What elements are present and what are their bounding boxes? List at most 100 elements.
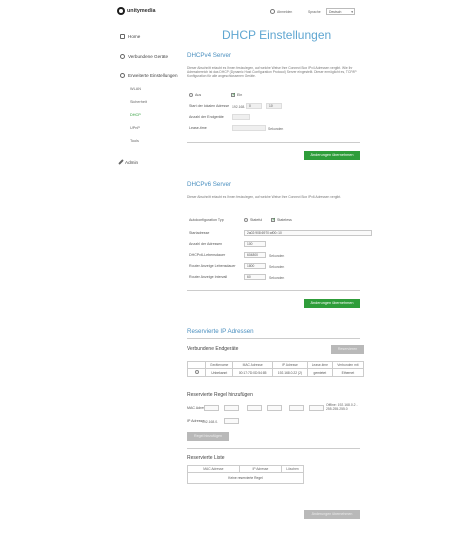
home-icon bbox=[120, 34, 125, 39]
sidebar-item-advanced[interactable]: Erweiterte Einstellungen bbox=[120, 73, 178, 78]
ipv4-description: Dieser Abschnitt erlaubt es Ihnen festzu… bbox=[187, 66, 357, 79]
sidebar-item-admin[interactable]: Admin bbox=[118, 159, 139, 165]
ipv6-count-input[interactable]: 100 bbox=[244, 241, 266, 247]
sidebar-item-home[interactable]: Home bbox=[120, 34, 140, 39]
reserved-list-title: Reservierte Liste bbox=[187, 455, 225, 461]
column-header: IP Adresse bbox=[238, 465, 283, 473]
brand-logo-icon bbox=[117, 7, 125, 15]
ipv6-apply-button[interactable]: Änderungen übernehmen bbox=[304, 299, 360, 308]
logout-link[interactable]: Abmelden bbox=[277, 10, 292, 14]
ipv6-lifetime-value: 604800 bbox=[247, 253, 259, 257]
ipv4-start-octet4[interactable]: 10 bbox=[266, 103, 282, 109]
mac-octet-4[interactable] bbox=[267, 405, 282, 411]
ipv6-ra-label: Router Anzeige Lebensdauer bbox=[189, 264, 236, 268]
ipv4-on-checkbox[interactable] bbox=[231, 92, 236, 98]
column-header: Gerätename bbox=[204, 361, 234, 369]
empty-list-message: Keine reservierte Regel bbox=[187, 472, 304, 484]
ipv4-off-option[interactable]: Aus bbox=[189, 93, 201, 97]
ipv6-interval-value: 60 bbox=[247, 275, 251, 279]
ipv6-stateless-option[interactable]: Stateless bbox=[271, 217, 292, 223]
ipv6-ra-input[interactable]: 1800 bbox=[244, 263, 266, 269]
ipv6-stateful-radio[interactable] bbox=[244, 218, 248, 222]
table-header-row: MAC Adresse IP Adresse Löschen bbox=[187, 465, 304, 473]
list-divider bbox=[187, 448, 360, 449]
sidebar-item-label: Verbundene Geräte bbox=[128, 54, 169, 59]
ipv4-on-label: Ein bbox=[237, 93, 243, 97]
ipv6-interval-label: Router Anzeige Intervall bbox=[189, 275, 228, 279]
mac-octet-3[interactable] bbox=[247, 405, 262, 411]
row-select-cell[interactable] bbox=[187, 368, 206, 377]
ipv6-divider bbox=[187, 290, 360, 291]
sidebar-item-devices[interactable]: Verbundene Geräte bbox=[120, 54, 168, 59]
ip-octet-input[interactable] bbox=[224, 418, 239, 424]
ipv6-lifetime-input[interactable]: 604800 bbox=[244, 252, 266, 258]
connected-via-cell: Ethernet bbox=[331, 368, 365, 377]
ipv6-description: Dieser Abschnitt erlaubt es Ihnen festzu… bbox=[187, 195, 342, 199]
language-value: Deutsch bbox=[329, 10, 342, 14]
column-header: Löschen bbox=[281, 465, 304, 473]
ip-prefix: 192.168.0. bbox=[202, 419, 219, 424]
logout-icon[interactable] bbox=[270, 9, 275, 14]
pencil-icon bbox=[118, 159, 124, 165]
language-select[interactable]: Deutsch bbox=[326, 8, 355, 15]
ipv6-prefix-label: Startadresse bbox=[189, 231, 210, 235]
table-row: Keine reservierte Regel bbox=[187, 472, 304, 484]
page-title: DHCP Einstellungen bbox=[222, 28, 332, 42]
ipv4-lease-input[interactable] bbox=[232, 125, 266, 131]
ipv4-off-radio[interactable] bbox=[189, 93, 193, 97]
ipv6-stateful-option[interactable]: Stateful bbox=[244, 218, 262, 222]
column-header: MAC Adresse bbox=[187, 465, 240, 473]
ipv4-lease-label: Lease-time bbox=[189, 126, 207, 130]
ipv4-start-label: Start der lokalen Adresse bbox=[189, 104, 230, 108]
connected-devices-table: Gerätename MAC Adresse IP Adresse Lease-… bbox=[187, 361, 365, 377]
ip-cell: 192.168.0.22 (2) bbox=[271, 368, 308, 377]
ipv4-on-option[interactable]: Ein bbox=[231, 92, 243, 98]
ipv4-apply-button[interactable]: Änderungen übernehmen bbox=[304, 151, 360, 160]
ipv4-start-octet3[interactable]: 0 bbox=[246, 103, 262, 109]
sidebar-item-label: Admin bbox=[125, 159, 139, 165]
table-row[interactable]: Unbekannt 00:17:7D:0D:54:85 192.168.0.22… bbox=[187, 368, 365, 377]
column-header: MAC Adresse bbox=[232, 361, 273, 369]
mac-octet-6[interactable] bbox=[309, 405, 324, 411]
ipv6-stateless-checkbox[interactable] bbox=[271, 217, 276, 223]
brand-name: unitymedia bbox=[127, 8, 156, 14]
reserved-apply-button[interactable]: Änderungen übernehmen bbox=[304, 510, 360, 519]
sidebar-item-label: Home bbox=[128, 34, 141, 39]
row-select-radio[interactable] bbox=[194, 370, 199, 374]
ipv6-count-label: Anzahl der Adressen bbox=[189, 242, 223, 246]
sidebar-sub-upnp[interactable]: UPnP bbox=[130, 126, 140, 130]
settings-icon bbox=[120, 73, 125, 78]
ipv6-count-value: 100 bbox=[247, 242, 253, 246]
mac-octet-5[interactable] bbox=[289, 405, 304, 411]
sidebar-sub-wlan[interactable]: WLAN bbox=[130, 87, 141, 91]
column-header: IP Adresse bbox=[271, 361, 308, 369]
column-header: Verbunden mit bbox=[331, 361, 365, 369]
sidebar-sub-dhcp[interactable]: DHCP bbox=[130, 113, 141, 117]
address-hint: Offline: 192.168.0.2 - 255.255.255.0 bbox=[326, 403, 358, 411]
ipv6-prefix-input[interactable]: 2a02:908:6970:af00::10 bbox=[244, 230, 372, 236]
ipv6-ra-unit: Sekunden bbox=[269, 264, 285, 269]
reserve-button[interactable]: Reservieren bbox=[331, 345, 364, 354]
ipv4-end-input[interactable] bbox=[232, 114, 250, 120]
devices-icon bbox=[120, 54, 125, 59]
language-label: Sprache bbox=[308, 9, 321, 14]
sidebar-sub-security[interactable]: Sicherheit bbox=[130, 100, 147, 104]
mac-octet-2[interactable] bbox=[224, 405, 239, 411]
mac-cell: 00:17:7D:0D:54:85 bbox=[232, 368, 273, 377]
sidebar-sub-tools[interactable]: Tools bbox=[130, 139, 139, 143]
lease-cell: gemietet bbox=[306, 368, 333, 377]
ipv6-interval-input[interactable]: 60 bbox=[244, 274, 266, 280]
sidebar-item-label: Erweiterte Einstellungen bbox=[128, 73, 178, 78]
mac-octet-1[interactable] bbox=[204, 405, 219, 411]
column-header bbox=[187, 361, 206, 369]
ipv6-lifetime-label: DHCPv6-Lebensdauer bbox=[189, 253, 226, 257]
reserved-section-title: Reservierte IP Adressen bbox=[187, 328, 254, 335]
ipv6-interval-unit: Sekunden bbox=[269, 275, 285, 280]
ipv4-start-octet4-value: 10 bbox=[269, 104, 273, 108]
add-rule-title: Reservierte Regel hinzufügen bbox=[187, 392, 253, 398]
ipv6-lifetime-unit: Sekunden bbox=[269, 253, 285, 258]
ipv4-start-prefix: 192.168. bbox=[232, 104, 246, 109]
add-rule-button[interactable]: Regel hinzufügen bbox=[187, 432, 229, 441]
connected-devices-title: Verbundene Endgeräte bbox=[187, 346, 239, 352]
ipv6-stateful-label: Stateful bbox=[250, 218, 263, 222]
